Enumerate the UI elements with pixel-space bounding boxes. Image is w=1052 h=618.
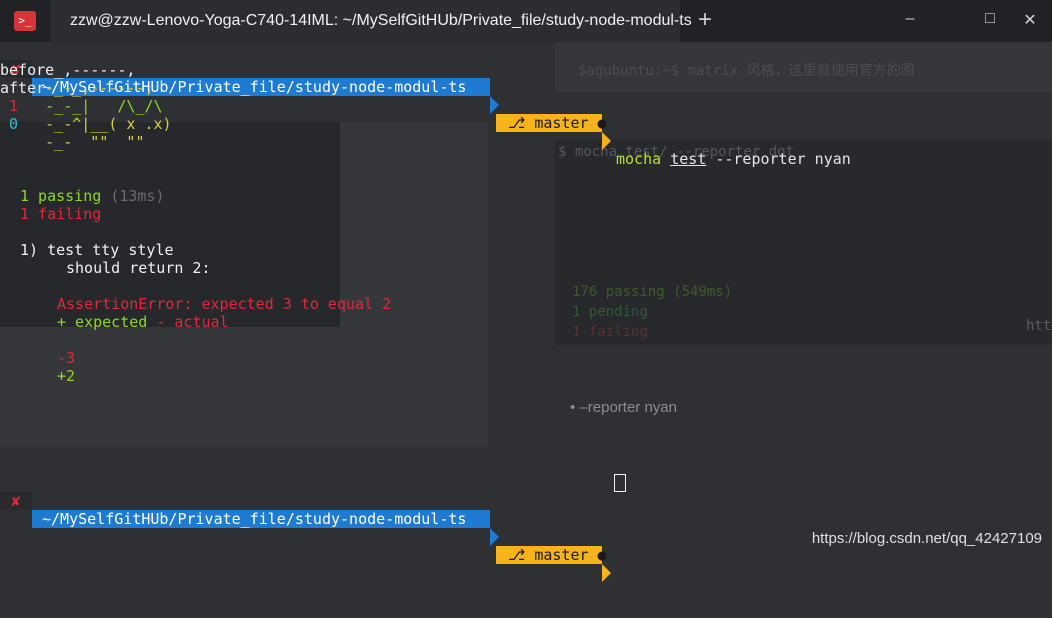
text-cursor[interactable] [614,474,626,492]
test-title: 1) test tty style [20,241,174,259]
typed-command: mocha test --reporter nyan [616,150,851,168]
error-status-icon: ✘ [0,492,32,510]
pending-count: 0 [0,115,19,133]
branch-name: master [534,114,589,132]
new-tab-button[interactable]: + [694,7,716,33]
nyan-line-1: before_,------, [0,61,136,79]
prompt-path: ~/MySelfGitHUb/Private_file/study-node-m… [32,510,490,528]
diff-legend: + expected - actual [57,313,229,331]
powerline-arrow [490,528,499,546]
git-branch-segment: ⎇ master ● [496,546,607,564]
minimize-button[interactable]: – [900,10,920,28]
branch-name: master [534,546,589,564]
ghost-pending: 1 pending [572,304,648,320]
git-branch-segment: ⎇ master ● [496,114,607,132]
terminal-tab[interactable]: zzw@zzw-Lenovo-Yoga-C740-14IML: ~/MySelf… [50,0,692,44]
csdn-watermark: https://blog.csdn.net/qq_42427109 [811,530,1042,547]
powerline-arrow [602,132,611,150]
ghost-failing: 1 failing [572,324,648,340]
powerline-arrow [602,564,611,582]
ghost-note: $agubuntu:~$ matrix 风格，这里就使用官方的图 [578,63,915,79]
diff-actual: -3 [57,349,76,367]
ghost-passing: 176 passing (549ms) [572,284,733,300]
terminal-app-icon: >_ [14,11,36,31]
powerline-arrow [490,96,499,114]
command-arg-test: test [670,150,707,168]
branch-icon: ⎇ [508,114,526,132]
terminal-output[interactable]: $agubuntu:~$ matrix 风格，这里就使用官方的图 $ mocha… [0,42,1052,582]
close-button[interactable]: ✕ [1020,10,1040,30]
prompt-line-current: ✘ ~/MySelfGitHUb/Private_file/study-node… [0,474,626,582]
title-bar: >_ zzw@zzw-Lenovo-Yoga-C740-14IML: ~/MyS… [0,0,1052,44]
failing-summary: 1 failing [20,205,102,223]
tab-title: zzw@zzw-Lenovo-Yoga-C740-14IML: ~/MySelf… [70,12,692,29]
nyan-line-5: -_- "" "" [0,133,145,151]
assertion-error: AssertionError: expected 3 to equal 2 [57,295,392,313]
dirty-indicator: ● [597,114,607,132]
branch-icon: ⎇ [508,546,526,564]
nyan-line-2: after-_-_,------, [0,79,154,97]
ghost-bullet: • –reporter nyan [570,399,677,416]
command-name: mocha [616,150,662,168]
nyan-line-4: 0 -_-^|__( x .x) [0,115,172,133]
maximize-button[interactable]: □ [980,10,1000,28]
nyan-line-3: 1 -_-_| /\_/\ [0,97,163,115]
ghost-http: http [1026,318,1052,334]
passing-summary: 1 passing (13ms) [20,187,165,205]
test-case: should return 2: [66,259,211,277]
diff-expected: +2 [57,367,76,385]
dirty-indicator: ● [597,546,607,564]
command-args: --reporter nyan [715,150,851,168]
prompt-line: ✘ ~/MySelfGitHUb/Private_file/study-node… [0,42,851,168]
failing-count: 1 [0,97,19,115]
